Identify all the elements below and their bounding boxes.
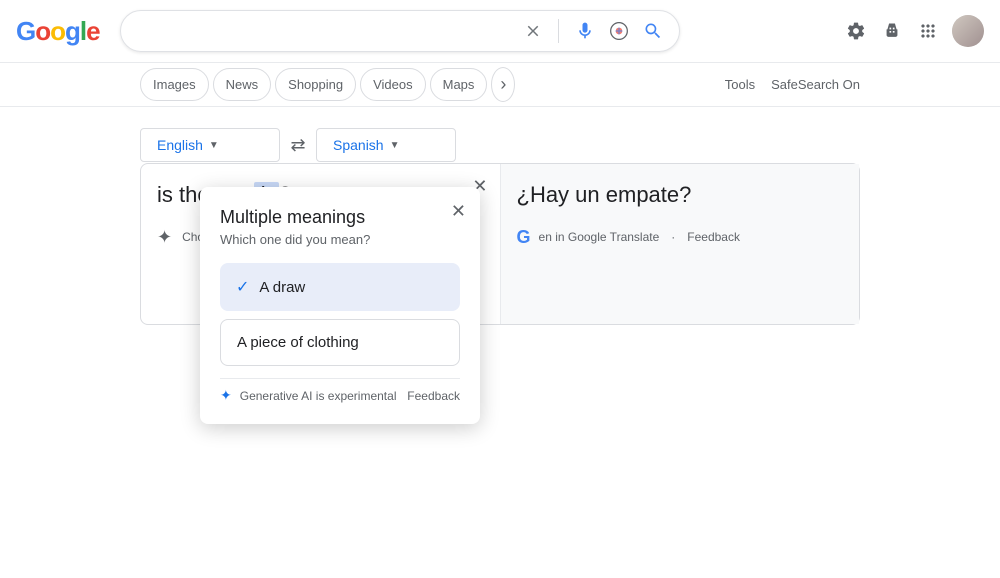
apps-button[interactable] — [916, 19, 940, 43]
translate-feedback-link[interactable]: Feedback — [687, 230, 740, 244]
lang-selector: English ▼ ⇄ Spanish ▼ — [140, 127, 860, 163]
popup-option-draw[interactable]: ✓ A draw — [220, 263, 460, 311]
nav-tabs: Images News Shopping Videos Maps › Tools… — [0, 63, 1000, 107]
source-lang-chevron: ▼ — [209, 140, 219, 151]
search-bar: translate english to spanish — [120, 10, 680, 52]
tab-images[interactable]: Images — [140, 68, 209, 101]
popup-close-button[interactable]: ✕ — [451, 201, 466, 222]
tab-news[interactable]: News — [213, 68, 272, 101]
source-lang-label: English — [157, 137, 203, 153]
swap-lang-button[interactable]: ⇄ — [280, 127, 316, 163]
option-draw-label: A draw — [259, 279, 305, 296]
target-bottom: G en in Google Translate · Feedback — [517, 227, 844, 248]
more-tabs-button[interactable]: › — [491, 67, 515, 102]
open-in-translate-label[interactable]: en in Google Translate — [539, 230, 660, 244]
target-text: ¿Hay un empate? — [517, 180, 844, 211]
popup-option-clothing[interactable]: A piece of clothing — [220, 319, 460, 366]
labs-button[interactable] — [880, 19, 904, 43]
tab-maps[interactable]: Maps — [430, 68, 488, 101]
divider — [558, 19, 559, 43]
nav-right: Tools SafeSearch On — [725, 77, 860, 92]
search-bar-icons — [522, 19, 665, 43]
target-lang-button[interactable]: Spanish ▼ — [316, 128, 456, 162]
ai-icon: ✦ — [220, 387, 232, 404]
option-clothing-label: A piece of clothing — [237, 334, 359, 351]
google-logo: Google — [16, 16, 100, 47]
multiple-meanings-popup: Multiple meanings Which one did you mean… — [200, 187, 480, 424]
check-icon: ✓ — [236, 277, 249, 297]
tab-shopping[interactable]: Shopping — [275, 68, 356, 101]
clear-search-button[interactable] — [522, 20, 544, 42]
popup-subtitle: Which one did you mean? — [220, 232, 460, 247]
target-lang-label: Spanish — [333, 137, 384, 153]
ai-experimental-label: Generative AI is experimental — [240, 389, 397, 403]
safesearch-button[interactable]: SafeSearch On — [771, 77, 860, 92]
translate-icon: ✦ — [157, 227, 172, 248]
avatar[interactable] — [952, 15, 984, 47]
target-box: ¿Hay un empate? G en in Google Translate… — [501, 164, 860, 324]
target-lang-chevron: ▼ — [390, 140, 400, 151]
google-g-icon: G — [517, 227, 531, 248]
tab-videos[interactable]: Videos — [360, 68, 426, 101]
source-lang-button[interactable]: English ▼ — [140, 128, 280, 162]
popup-title: Multiple meanings — [220, 207, 460, 228]
popup-feedback-link[interactable]: Feedback — [407, 389, 460, 403]
popup-footer: ✦ Generative AI is experimental Feedback — [220, 378, 460, 404]
translator: English ▼ ⇄ Spanish ▼ is there a tie? ✕ … — [0, 107, 1000, 345]
settings-button[interactable] — [844, 19, 868, 43]
search-input[interactable]: translate english to spanish — [135, 22, 514, 40]
voice-search-button[interactable] — [573, 19, 597, 43]
header: Google translate english to spanish — [0, 0, 1000, 63]
dot-separator: · — [671, 230, 675, 244]
submit-search-button[interactable] — [641, 19, 665, 43]
header-right — [844, 15, 984, 47]
tools-button[interactable]: Tools — [725, 77, 755, 92]
image-search-button[interactable] — [607, 19, 631, 43]
